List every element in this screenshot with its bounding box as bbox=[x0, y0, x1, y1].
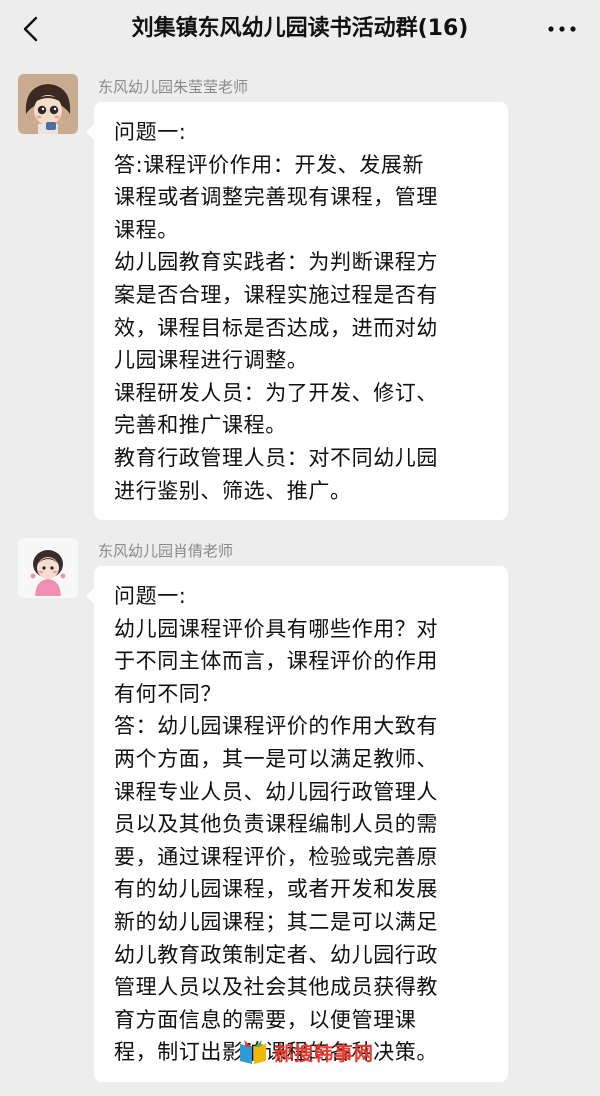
chevron-left-icon bbox=[23, 16, 38, 42]
more-button[interactable] bbox=[542, 12, 582, 46]
watermark: 郝搜韩事网 bbox=[238, 1035, 374, 1069]
message-bubble[interactable]: 问题一: 幼儿园课程评价具有哪些作用？对 于不同主体而言，课程评价的作用 有何不… bbox=[86, 566, 508, 1082]
more-dots-icon bbox=[548, 26, 576, 32]
avatar[interactable] bbox=[18, 74, 78, 134]
back-button[interactable] bbox=[14, 12, 48, 46]
message-line: 两个方面，其一是可以满足教师、 bbox=[114, 746, 438, 771]
message-line: 课程专业人员、幼儿园行政管理人 bbox=[114, 779, 438, 804]
sender-name: 东风幼儿园肖倩老师 bbox=[98, 542, 234, 560]
message-line: 幼儿园教育实践者：为判断课程方 bbox=[114, 250, 438, 275]
message-line: 儿园课程进行调整。 bbox=[114, 348, 309, 373]
message-line: 案是否合理，课程实施过程是否有 bbox=[114, 282, 438, 307]
avatar[interactable] bbox=[18, 538, 78, 598]
message-line: 管理人员以及社会其他成员获得教 bbox=[114, 975, 438, 1000]
message-line: 答:课程评价作用：开发、发展新 bbox=[114, 152, 425, 177]
message-line: 问题一: bbox=[114, 120, 187, 144]
message-line: 幼儿园课程评价具有哪些作用？对 bbox=[114, 616, 438, 641]
chat-header: 刘集镇东风幼儿园读书活动群(16) bbox=[0, 0, 600, 58]
message-line: 新的幼儿园课程；其二是可以满足 bbox=[114, 909, 438, 934]
message-line: 课程或者调整完善现有课程，管理 bbox=[114, 185, 438, 210]
cartoon-girl-avatar bbox=[18, 74, 78, 134]
message-line: 答：幼儿园课程评价的作用大致有 bbox=[114, 714, 438, 739]
message-line: 课程研发人员：为了开发、修订、 bbox=[114, 380, 438, 405]
message-line: 完善和推广课程。 bbox=[114, 413, 287, 438]
cartoon-girl-pink-avatar bbox=[18, 538, 78, 598]
message-line: 有何不同？ bbox=[114, 681, 222, 706]
message-line: 问题一: bbox=[114, 584, 187, 608]
message-line: 有的幼儿园课程，或者开发和发展 bbox=[114, 877, 438, 902]
watermark-text: 郝搜韩事网 bbox=[274, 1042, 375, 1065]
message-line: 要，通过课程评价，检验或完善原 bbox=[114, 844, 438, 869]
message-line: 于不同主体而言，课程评价的作用 bbox=[114, 649, 438, 674]
message-line: 进行鉴别、筛选、推广。 bbox=[114, 478, 352, 503]
message-line: 育方面信息的需要，以便管理课 bbox=[114, 1007, 417, 1032]
book-logo-icon bbox=[240, 1040, 266, 1064]
message-line: 效，课程目标是否达成，进而对幼 bbox=[114, 315, 438, 340]
message-line: 幼儿教育政策制定者、幼儿园行政 bbox=[114, 942, 438, 967]
sender-name: 东风幼儿园朱莹莹老师 bbox=[98, 78, 249, 96]
message-line: 课程。 bbox=[114, 217, 179, 242]
message-line: 员以及其他负责课程编制人员的需 bbox=[114, 812, 438, 837]
message-line: 教育行政管理人员：对不同幼儿园 bbox=[114, 445, 438, 470]
message-bubble[interactable]: 问题一: 答:课程评价作用：开发、发展新 课程或者调整完善现有课程，管理 课程。… bbox=[86, 102, 508, 520]
chat-title: 刘集镇东风幼儿园读书活动群(16) bbox=[131, 16, 469, 41]
